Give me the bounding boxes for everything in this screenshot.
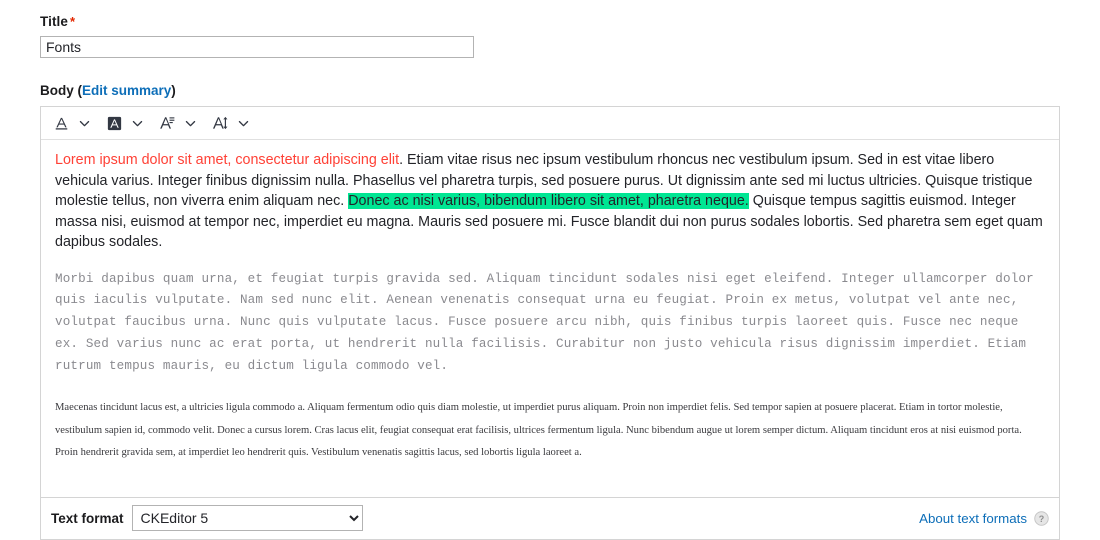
- font-size-chevron-down-icon[interactable]: [233, 111, 253, 135]
- font-color-tool[interactable]: [47, 110, 100, 136]
- ckeditor-container: Lorem ipsum dolor sit amet, consectetur …: [40, 106, 1060, 498]
- highlighted-text: Donec ac nisi varius, bibendum libero si…: [348, 193, 749, 209]
- required-asterisk: *: [70, 14, 76, 29]
- node-edit-form: Title* Body (Edit summary): [0, 0, 1100, 540]
- text-format-right-group: About text formats ?: [919, 511, 1049, 526]
- title-field-label: Title *: [40, 14, 1060, 30]
- text-format-label: Text format: [51, 510, 124, 526]
- body-paragraph-2-monospace: Morbi dapibus quam urna, et feugiat turp…: [55, 271, 1034, 373]
- font-family-icon[interactable]: [154, 111, 180, 135]
- font-size-icon[interactable]: [207, 111, 233, 135]
- paren-close: ): [171, 83, 176, 98]
- body-paragraph-1: Lorem ipsum dolor sit amet, consectetur …: [55, 150, 1045, 253]
- font-color-chevron-down-icon[interactable]: [74, 111, 94, 135]
- body-label-text: Body: [40, 83, 74, 98]
- font-background-color-tool[interactable]: [100, 110, 153, 136]
- edit-summary-link[interactable]: Edit summary: [82, 83, 171, 98]
- title-label-text: Title: [40, 14, 69, 29]
- ckeditor-toolbar: [41, 107, 1059, 140]
- text-format-left-group: Text format CKEditor 5: [51, 505, 363, 532]
- title-field-wrapper: Title *: [40, 14, 1060, 58]
- text-format-select[interactable]: CKEditor 5: [131, 505, 363, 532]
- question-mark-help-icon[interactable]: ?: [1034, 511, 1049, 526]
- body-paragraph-3-serif-small: Maecenas tincidunt lacus est, a ultricie…: [55, 402, 1022, 459]
- red-colored-text: Lorem ipsum dolor sit amet, consectetur …: [55, 152, 400, 168]
- ckeditor-editable-area[interactable]: Lorem ipsum dolor sit amet, consectetur …: [41, 140, 1059, 497]
- svg-text:?: ?: [1039, 514, 1045, 524]
- about-text-formats-link[interactable]: About text formats: [919, 511, 1027, 526]
- font-size-tool[interactable]: [206, 110, 259, 136]
- font-background-color-icon[interactable]: [101, 111, 127, 135]
- text-format-bar: Text format CKEditor 5 About text format…: [40, 497, 1060, 540]
- body-field-label: Body (Edit summary): [40, 83, 1060, 99]
- font-family-tool[interactable]: [153, 110, 206, 136]
- font-family-chevron-down-icon[interactable]: [180, 111, 200, 135]
- title-input[interactable]: [40, 36, 474, 58]
- font-color-icon[interactable]: [48, 111, 74, 135]
- font-background-color-chevron-down-icon[interactable]: [127, 111, 147, 135]
